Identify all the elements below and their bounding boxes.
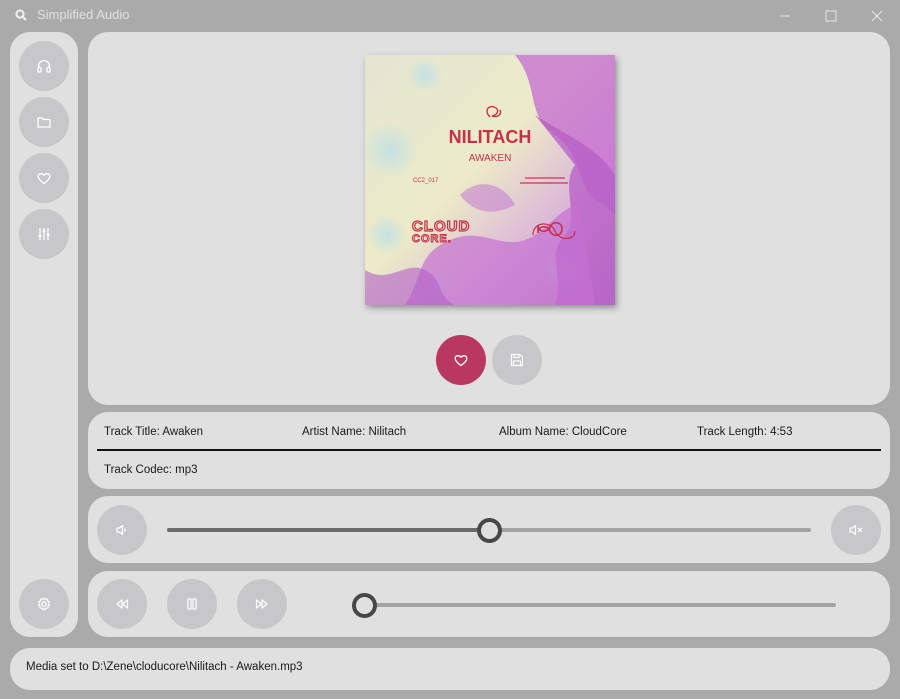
track-length: Track Length: 4:53 [697, 426, 793, 438]
mute-button[interactable] [831, 505, 881, 555]
volume-slider-handle[interactable] [476, 518, 502, 543]
album-name: Album Name: CloudCore [499, 426, 627, 438]
transport-panel [88, 571, 890, 637]
save-icon [510, 353, 524, 367]
divider [97, 449, 881, 451]
fast-forward-button[interactable] [237, 579, 287, 629]
gear-icon [37, 597, 51, 611]
volume-down-button[interactable] [97, 505, 147, 555]
heart-icon [454, 355, 468, 367]
pause-button[interactable] [167, 579, 217, 629]
track-title: Track Title: Awaken [104, 426, 204, 438]
sidebar-item-player[interactable] [19, 41, 69, 91]
track-codec: Track Codec: mp3 [104, 464, 198, 476]
cover-catalog: CC2_017 [413, 178, 439, 184]
maximize-icon [825, 10, 837, 21]
pause-icon [187, 598, 197, 610]
window-title: Simplified Audio [37, 7, 130, 22]
save-button[interactable] [492, 335, 542, 385]
sidebar-item-equalizer[interactable] [19, 209, 69, 259]
fast-forward-icon [255, 599, 268, 609]
seek-slider-track[interactable] [364, 603, 836, 607]
minimize-button[interactable] [762, 0, 808, 31]
cover-artist: NILITACH [449, 127, 532, 147]
headphones-icon [37, 59, 51, 73]
now-playing-panel: NILITACH AWAKEN CC2_017 CLOUD CORE. [88, 32, 890, 405]
svg-text:CORE.: CORE. [412, 233, 452, 245]
album-cover: NILITACH AWAKEN CC2_017 CLOUD CORE. [365, 55, 615, 305]
sidebar [10, 32, 78, 637]
maximize-button[interactable] [808, 0, 854, 31]
close-button[interactable] [854, 0, 900, 31]
volume-low-icon [116, 524, 126, 536]
minimize-icon [780, 15, 790, 16]
status-message: Media set to D:\Zene\cloducore\Nilitach … [26, 661, 303, 673]
cover-title: AWAKEN [469, 153, 512, 164]
mute-icon [849, 524, 863, 536]
search-icon [15, 9, 27, 21]
settings-button[interactable] [19, 579, 69, 629]
volume-panel [88, 496, 890, 563]
heart-icon [37, 173, 51, 185]
folder-icon [37, 117, 51, 128]
sidebar-item-favorites[interactable] [19, 153, 69, 203]
rewind-icon [116, 599, 129, 609]
sidebar-item-folder[interactable] [19, 97, 69, 147]
rewind-button[interactable] [97, 579, 147, 629]
favorite-button[interactable] [436, 335, 486, 385]
status-bar: Media set to D:\Zene\cloducore\Nilitach … [10, 648, 890, 690]
artist-name: Artist Name: Nilitach [302, 426, 407, 438]
seek-slider-handle[interactable] [351, 593, 377, 618]
track-info-panel: Track Title: Awaken Artist Name: Nilitac… [88, 412, 890, 489]
title-bar: Simplified Audio [0, 0, 900, 31]
close-icon [871, 10, 883, 21]
volume-slider-fill [167, 528, 489, 532]
sliders-icon [38, 228, 50, 240]
